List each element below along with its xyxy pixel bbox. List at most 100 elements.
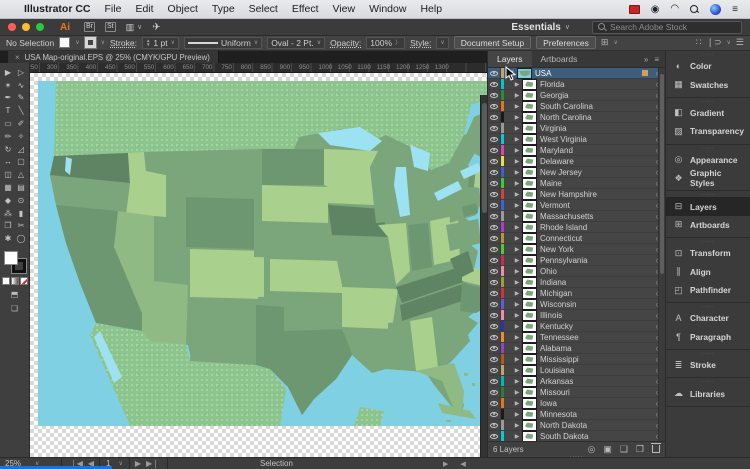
visibility-toggle[interactable] [488,112,501,122]
layer-thumbnail[interactable] [522,177,537,189]
layer-name[interactable]: Michigan [540,289,651,298]
visibility-toggle[interactable] [488,244,501,254]
layer-name[interactable]: Kentucky [540,322,651,331]
layer-row-louisiana[interactable]: ▶ Louisiana ○ [488,364,665,376]
brush-definition-dropdown[interactable]: Uniform ∨ [184,36,263,49]
layer-thumbnail[interactable] [522,276,537,288]
expand-chevron-icon[interactable]: ▶ [513,202,521,209]
style-dropdown[interactable]: ∨ [436,36,449,49]
layer-row-pennsylvania[interactable]: ▶ Pennsylvania ○ [488,254,665,266]
opacity-chevron-icon[interactable]: 〉 [395,38,401,47]
visibility-toggle[interactable] [488,376,501,386]
notification-center-icon[interactable]: ≡ [732,4,738,15]
shaper-tool-icon[interactable]: ✧ [15,130,28,143]
layer-row-florida[interactable]: ▶ Florida ○ [488,78,665,90]
layer-thumbnail[interactable] [522,342,537,354]
layer-row-new-jersey[interactable]: ▶ New Jersey ○ [488,166,665,178]
opacity-field[interactable]: 100% 〉 [366,36,406,49]
visibility-toggle[interactable] [488,420,501,430]
layer-name[interactable]: Georgia [540,91,651,100]
direct-selection-tool-icon[interactable]: ▷ [15,66,28,79]
blend-tool-icon[interactable]: ⊙ [15,194,28,207]
visibility-toggle[interactable] [488,387,501,397]
visibility-toggle[interactable] [488,68,501,78]
visibility-toggle[interactable] [488,79,501,89]
layer-thumbnail[interactable] [522,232,537,244]
artboard-chevron-icon[interactable]: ∨ [118,460,122,467]
scroll-left-icon[interactable]: ◀ [460,460,465,468]
visibility-toggle[interactable] [488,354,501,364]
eyedropper-tool-icon[interactable]: ◆ [2,194,15,207]
tab-close-icon[interactable]: × [15,53,20,62]
dock-item-transparency[interactable]: ▨ Transparency [666,122,750,140]
gradient-tool-icon[interactable]: ▤ [15,181,28,194]
expand-chevron-icon[interactable]: ▶ [513,411,521,418]
layer-thumbnail[interactable] [522,364,537,376]
menu-item-view[interactable]: View [333,3,356,15]
visibility-toggle[interactable] [488,134,501,144]
layer-thumbnail[interactable] [522,111,537,123]
visibility-toggle[interactable] [488,266,501,276]
dock-item-paragraph[interactable]: ¶ Paragraph [666,328,750,346]
layer-name[interactable]: USA [535,69,642,78]
visibility-toggle[interactable] [488,365,501,375]
layer-row-west-virginia[interactable]: ▶ West Virginia ○ [488,133,665,145]
layer-thumbnail[interactable] [522,265,537,277]
visibility-toggle[interactable] [488,211,501,221]
magic-wand-tool-icon[interactable]: ✶ [2,79,15,92]
delete-layer-icon[interactable] [651,442,661,453]
fill-indicator[interactable] [3,251,18,266]
expand-chevron-icon[interactable]: ▶ [513,389,521,396]
layer-thumbnail[interactable] [522,188,537,200]
paintbrush-tool-icon[interactable]: ✐ [15,117,28,130]
lasso-tool-icon[interactable]: ∿ [15,79,28,92]
dock-item-graphic-styles[interactable]: ❖ Graphic Styles [666,168,750,188]
arrange-documents-chevron-icon[interactable]: ∨ [137,23,142,31]
layer-thumbnail[interactable] [522,221,537,233]
layer-name[interactable]: New Hampshire [540,190,651,199]
document-setup-button[interactable]: Document Setup [453,36,532,50]
layer-name[interactable]: Indiana [540,278,651,287]
layer-row-mississippi[interactable]: ▶ Mississippi ○ [488,353,665,365]
control-menu-icon[interactable]: ☰ [736,37,744,48]
expand-chevron-icon[interactable]: ▶ [513,114,521,121]
layer-row-south-carolina[interactable]: ▶ South Carolina ○ [488,100,665,112]
scroll-arrows[interactable]: ▶ ◀ [443,460,466,468]
layer-name[interactable]: North Dakota [540,421,651,430]
profile-chevron-icon[interactable]: ∨ [317,39,321,46]
layer-name[interactable]: West Virginia [540,135,651,144]
opacity-label[interactable]: Opacity: [330,38,361,48]
layer-row-michigan[interactable]: ▶ Michigan ○ [488,287,665,299]
layer-row-minnesota[interactable]: ▶ Minnesota ○ [488,408,665,420]
artboard-tool-icon[interactable]: ❐ [2,220,15,233]
layer-thumbnail[interactable] [522,89,537,101]
layer-name[interactable]: Mississippi [540,355,651,364]
expand-chevron-icon[interactable]: ▶ [513,422,521,429]
layer-row-missouri[interactable]: ▶ Missouri ○ [488,386,665,398]
stroke-label[interactable]: Stroke: [110,38,137,48]
layer-row-iowa[interactable]: ▶ Iowa ○ [488,397,665,409]
wifi-icon[interactable]: ◠ [670,3,679,14]
layer-name[interactable]: Delaware [540,157,651,166]
tab-artboards[interactable]: Artboards [532,51,587,67]
rotate-tool-icon[interactable]: ↻ [2,143,15,156]
expand-chevron-icon[interactable]: ▶ [513,323,521,330]
layer-thumbnail[interactable] [522,375,537,387]
zoom-tool-icon[interactable]: ◯ [15,232,28,245]
panel-toggle-icon[interactable]: ❘⊃ [706,37,721,48]
eye-menu-icon[interactable]: ◉ [651,4,660,15]
tab-layers[interactable]: Layers [488,51,532,67]
preferences-button[interactable]: Preferences [536,36,596,50]
style-chevron-icon[interactable]: ∨ [440,39,444,46]
layer-name[interactable]: Louisiana [540,366,651,375]
none-mode-button[interactable] [19,277,28,286]
dock-item-artboards[interactable]: ⊞ Artboards [666,216,750,234]
layer-thumbnail[interactable] [522,166,537,178]
layer-name[interactable]: New York [540,245,651,254]
workspace-chevron-icon[interactable]: ∨ [565,23,570,31]
layer-row-alabama[interactable]: ▶ Alabama ○ [488,342,665,354]
expand-chevron-icon[interactable]: ▶ [513,169,521,176]
siri-icon[interactable] [710,3,722,15]
new-sublayer-icon[interactable]: ❑ [620,444,628,455]
visibility-toggle[interactable] [488,156,501,166]
